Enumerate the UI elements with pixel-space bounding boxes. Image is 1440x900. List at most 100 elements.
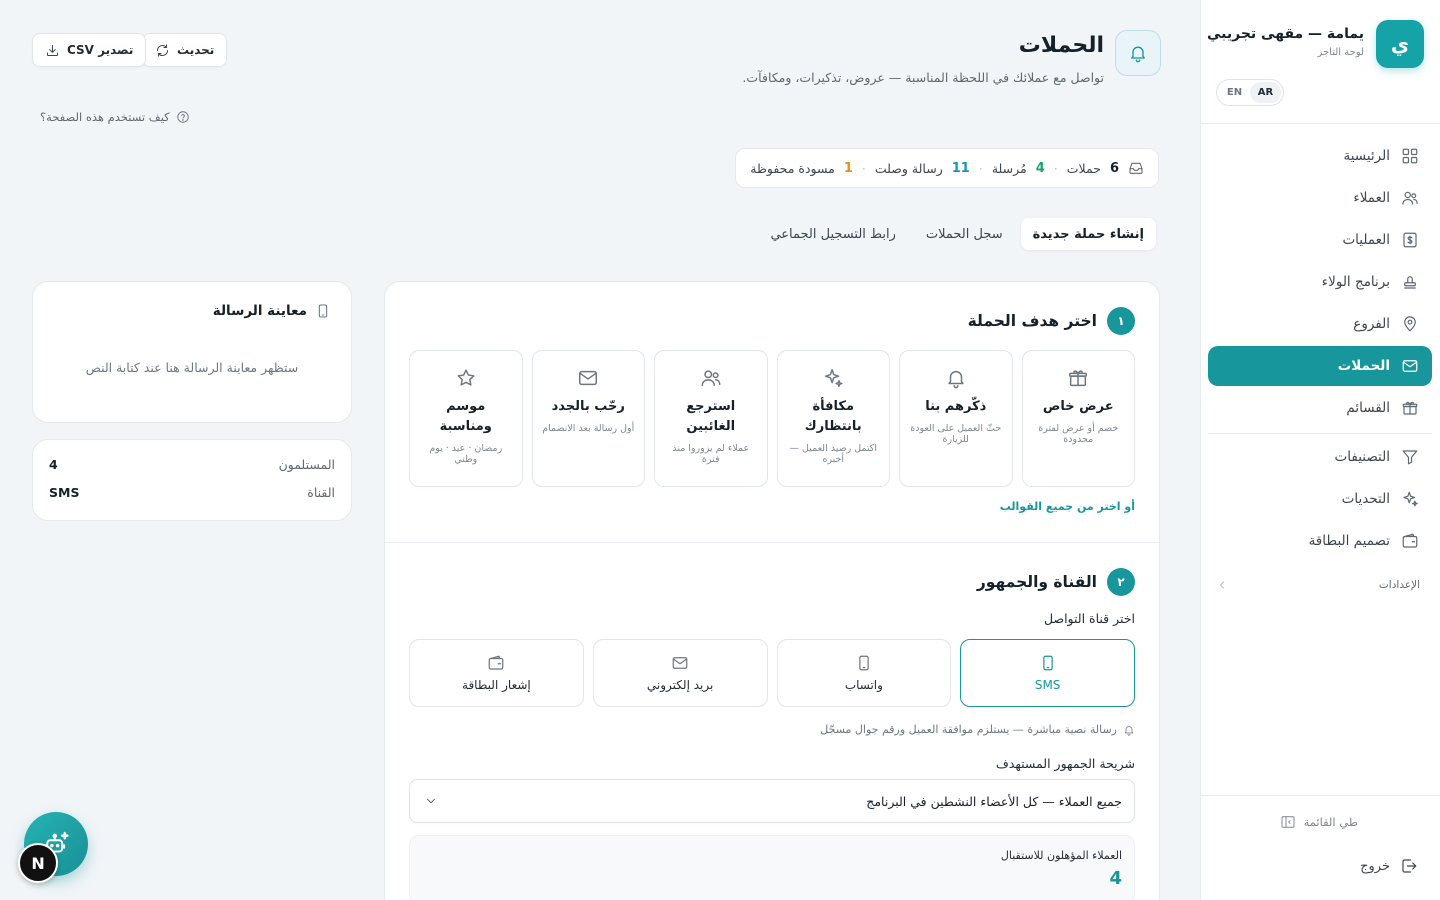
channel-email[interactable]: بريد إلكتروني [592, 639, 768, 707]
export-label: تصدير CSV [67, 43, 134, 57]
audience-value: جميع العملاء — كل الأعضاء النشطين في الب… [866, 793, 1122, 809]
sidebar-item-branches[interactable]: الفروع [1208, 304, 1432, 344]
inbox-icon [1128, 160, 1144, 176]
collapse-label: طي القائمة [1303, 815, 1358, 829]
help-label: كيف تستخدم هذه الصفحة؟ [40, 110, 170, 124]
delivered-label: رسالة وصلت [874, 160, 943, 176]
sidebar-item-challenges[interactable]: التحديات [1208, 479, 1432, 519]
goal-reward-waiting[interactable]: مكافأة بانتظارك اكتمل رصيد العميل — أخبر… [776, 350, 890, 487]
wallet-icon [1400, 531, 1420, 551]
preview-header: معاينة الرسالة [213, 303, 331, 319]
channel-whatsapp[interactable]: واتساب [776, 639, 952, 707]
chevron-down-icon [424, 794, 438, 808]
recipients-value: 4 [49, 457, 58, 472]
chevron-left-icon [1216, 579, 1228, 591]
goal-special-offer[interactable]: عرض خاص خصم أو عرض لفترة محدودة [1021, 350, 1135, 487]
channel-card-notification[interactable]: إشعار البطاقة [409, 639, 584, 707]
help-link[interactable]: كيف تستخدم هذه الصفحة؟ [40, 110, 190, 124]
refresh-label: تحديث [177, 43, 215, 57]
gift-icon [1067, 367, 1089, 389]
goal-title: موسم ومناسبة [439, 399, 492, 434]
campaign-tabs: إنشاء حملة جديدة سجل الحملات رابط التسجي… [758, 218, 1156, 250]
tab-new-campaign[interactable]: إنشاء حملة جديدة [1020, 218, 1156, 250]
bell-icon [1123, 724, 1135, 736]
tab-bulk-signup-link[interactable]: رابط التسجيل الجماعي [758, 218, 907, 250]
drafts-count: 1 [843, 160, 853, 176]
bell-icon [1115, 30, 1161, 76]
brand-subtitle: لوحة التاجر [1317, 47, 1364, 58]
sidebar-item-home[interactable]: الرئيسية [1208, 136, 1432, 176]
sidebar-item-label: التحديات [1341, 491, 1390, 507]
goal-reminder[interactable]: ذكّرهم بنا حثّ العميل على العودة للزيارة [899, 350, 1013, 487]
goal-welcome[interactable]: رحّب بالجدد أول رسالة بعد الانضمام [531, 350, 645, 487]
lang-en-button[interactable]: EN [1219, 82, 1250, 103]
goal-description: رمضان · عيد · يوم وطني [429, 443, 503, 465]
goal-season[interactable]: موسم ومناسبة رمضان · عيد · يوم وطني [409, 350, 523, 487]
sidebar-item-label: الحملات [1337, 358, 1390, 374]
preview-title: معاينة الرسالة [212, 303, 307, 319]
drafts-label: مسودة محفوظة [750, 160, 835, 176]
help-circle-icon [176, 110, 190, 124]
sidebar-item-customers[interactable]: العملاء [1208, 178, 1432, 218]
campaign-form: ١ اختر هدف الحملة عرض خاص خصم أو عرض لفت… [384, 281, 1160, 900]
phone-icon [855, 654, 873, 672]
sidebar-item-label: التصنيفات [1334, 449, 1390, 465]
phone-icon [315, 303, 331, 319]
export-csv-button[interactable]: تصدير CSV [32, 33, 147, 67]
channel-sms[interactable]: SMS [960, 639, 1135, 707]
sent-label: مُرسلة [991, 160, 1027, 176]
n-avatar-badge[interactable]: N [18, 843, 58, 883]
channel-label: إشعار البطاقة [462, 678, 531, 692]
stamp-icon [1400, 272, 1420, 292]
campaigns-count: 6 [1109, 160, 1119, 176]
receipt-icon [1400, 230, 1420, 250]
grid-icon [1400, 146, 1420, 166]
all-templates-link[interactable]: أو اختر من جميع القوالب [1000, 500, 1135, 513]
logout-icon [1400, 857, 1418, 875]
goal-description: أول رسالة بعد الانضمام [542, 423, 635, 434]
wallet-icon [487, 654, 505, 672]
tab-campaign-history[interactable]: سجل الحملات [914, 218, 1015, 250]
step-2-badge: ٢ [1107, 568, 1135, 596]
download-icon [45, 43, 60, 58]
sidebar-divider [1201, 123, 1440, 124]
sidebar-item-segments[interactable]: التصنيفات [1208, 437, 1432, 477]
logout-label: خروج [1360, 858, 1390, 874]
page-subtitle: تواصل مع عملائك في اللحظة المناسبة — عرو… [742, 70, 1104, 85]
sidebar-item-transactions[interactable]: العمليات [1208, 220, 1432, 260]
channel-options: SMS واتساب بريد إلكتروني إشعار البطاقة [409, 639, 1135, 707]
goal-title: مكافأة بانتظارك [804, 399, 862, 434]
preview-empty-text: ستظهر معاينة الرسالة هنا عند كتابة النص [85, 360, 299, 375]
sidebar-item-label: العمليات [1342, 232, 1390, 248]
lang-ar-button[interactable]: AR [1250, 82, 1281, 103]
sidebar-item-label: القسائم [1346, 400, 1390, 416]
section-divider [385, 542, 1159, 543]
goal-description: خصم أو عرض لفترة محدودة [1038, 423, 1119, 445]
collapse-sidebar-button[interactable]: طي القائمة [1280, 814, 1358, 830]
refresh-button[interactable]: تحديث [142, 33, 228, 67]
goal-winback[interactable]: استرجع الغائبين عملاء لم يزوروا منذ فترة [654, 350, 768, 487]
step-1-badge: ١ [1107, 307, 1135, 335]
sidebar-item-card-design[interactable]: تصميم البطاقة [1208, 521, 1432, 561]
stats-separator: · [1053, 160, 1058, 176]
sidebar-item-loyalty[interactable]: برنامج الولاء [1208, 262, 1432, 302]
message-preview-card: معاينة الرسالة ستظهر معاينة الرسالة هنا … [32, 281, 352, 423]
goal-title: عرض خاص [1042, 399, 1114, 414]
sidebar-settings[interactable]: الإعدادات [1216, 574, 1420, 596]
audience-select[interactable]: جميع العملاء — كل الأعضاء النشطين في الب… [409, 779, 1135, 823]
step-1-title: اختر هدف الحملة [967, 312, 1097, 330]
campaign-stats: 6 حملات · 4 مُرسلة · 11 رسالة وصلت · 1 م… [735, 148, 1159, 188]
sidebar-divider [1201, 795, 1440, 796]
sidebar-divider [1208, 433, 1432, 434]
eligible-customers-box: العملاء المؤهلون للاستقبال 4 [409, 835, 1135, 900]
sidebar-item-campaigns[interactable]: الحملات [1208, 346, 1432, 386]
summary-row-recipients: المستلمون 4 [49, 457, 335, 472]
goal-title: رحّب بالجدد [551, 399, 625, 414]
campaigns-label: حملات [1066, 160, 1101, 176]
eligible-value: 4 [1109, 868, 1122, 889]
campaign-summary-card: المستلمون 4 القناة SMS [32, 439, 352, 521]
sidebar-item-vouchers[interactable]: القسائم [1208, 388, 1432, 428]
sidebar-item-label: الرئيسية [1343, 148, 1391, 164]
brand-avatar: ي [1376, 20, 1424, 68]
logout-button[interactable]: خروج [1360, 857, 1418, 875]
